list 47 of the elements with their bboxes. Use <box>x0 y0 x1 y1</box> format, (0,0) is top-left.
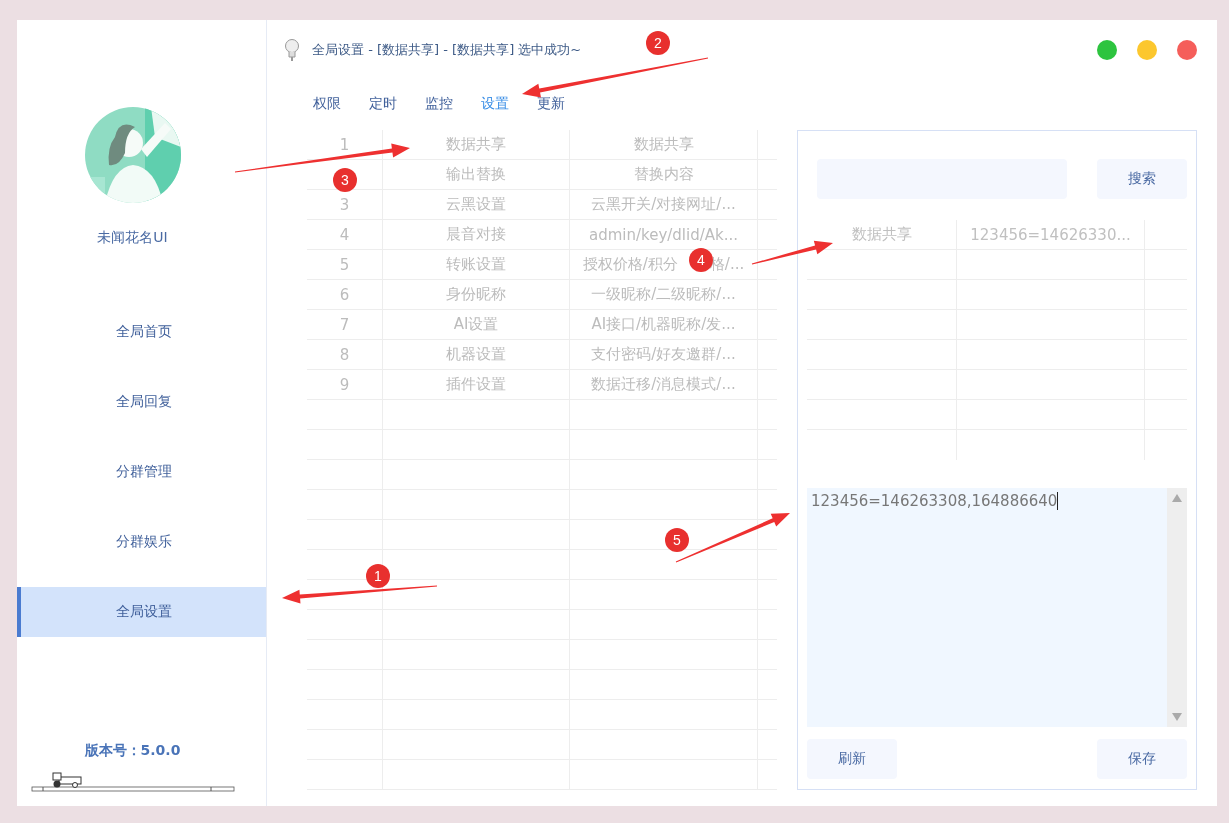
editor-field[interactable]: 123456=146263308,164886640 <box>807 488 1187 727</box>
search-button[interactable]: 搜索 <box>1097 159 1187 199</box>
table-cell: 数据共享 <box>570 130 758 159</box>
tab[interactable]: 权限 <box>313 95 341 113</box>
nav-item[interactable]: 全局回复 <box>17 377 266 427</box>
close-button[interactable] <box>1177 40 1197 60</box>
user-name: 未闻花名UI <box>97 229 168 247</box>
nav-item[interactable]: 全局首页 <box>17 307 266 357</box>
editor-text: 123456=146263308,164886640 <box>811 492 1059 510</box>
table-cell: 数据迁移/消息模式/... <box>570 370 758 399</box>
table-cell: 转账设置 <box>383 250 570 279</box>
version-label: 版本号：5.0.0 <box>84 742 181 760</box>
tab[interactable]: 更新 <box>537 95 565 113</box>
row-number: 6 <box>307 280 383 309</box>
table-cell: 云黑开关/对接网址/... <box>570 190 758 219</box>
table-cell: AI设置 <box>383 310 570 339</box>
row-number: 9 <box>307 370 383 399</box>
table-cell: 机器设置 <box>383 340 570 369</box>
up-arrow-icon[interactable] <box>1172 494 1182 502</box>
scrollbar[interactable] <box>1167 488 1187 727</box>
nav-item[interactable]: 分群娱乐 <box>17 517 266 567</box>
table-cell: 身份昵称 <box>383 280 570 309</box>
down-arrow-icon[interactable] <box>1172 713 1182 721</box>
table-cell: AI接口/机器昵称/发... <box>570 310 758 339</box>
nav-item[interactable]: 全局设置 <box>17 587 266 637</box>
table-cell: 123456=14626330... <box>957 220 1145 249</box>
refresh-button[interactable]: 刷新 <box>807 739 897 779</box>
table-cell: 晨音对接 <box>383 220 570 249</box>
window-title: 全局设置 - [数据共享] - [数据共享] 选中成功~ <box>312 41 582 59</box>
tab[interactable]: 设置 <box>481 95 509 113</box>
row-number: 4 <box>307 220 383 249</box>
table-cell: 输出替换 <box>383 160 570 189</box>
table-cell: 替换内容 <box>570 160 758 189</box>
bulb-icon <box>284 39 300 61</box>
tab[interactable]: 定时 <box>369 95 397 113</box>
table-cell: 插件设置 <box>383 370 570 399</box>
save-button[interactable]: 保存 <box>1097 739 1187 779</box>
nav-item[interactable]: 分群管理 <box>17 447 266 497</box>
table-cell: 云黑设置 <box>383 190 570 219</box>
row-number: 7 <box>307 310 383 339</box>
table-cell: 支付密码/好友邀群/... <box>570 340 758 369</box>
cell-text: 授权价格/积分 <box>582 255 678 274</box>
tab[interactable]: 监控 <box>425 95 453 113</box>
minimize-button[interactable] <box>1137 40 1157 60</box>
row-number: 5 <box>307 250 383 279</box>
maximize-button[interactable] <box>1097 40 1117 60</box>
row-number: 8 <box>307 340 383 369</box>
